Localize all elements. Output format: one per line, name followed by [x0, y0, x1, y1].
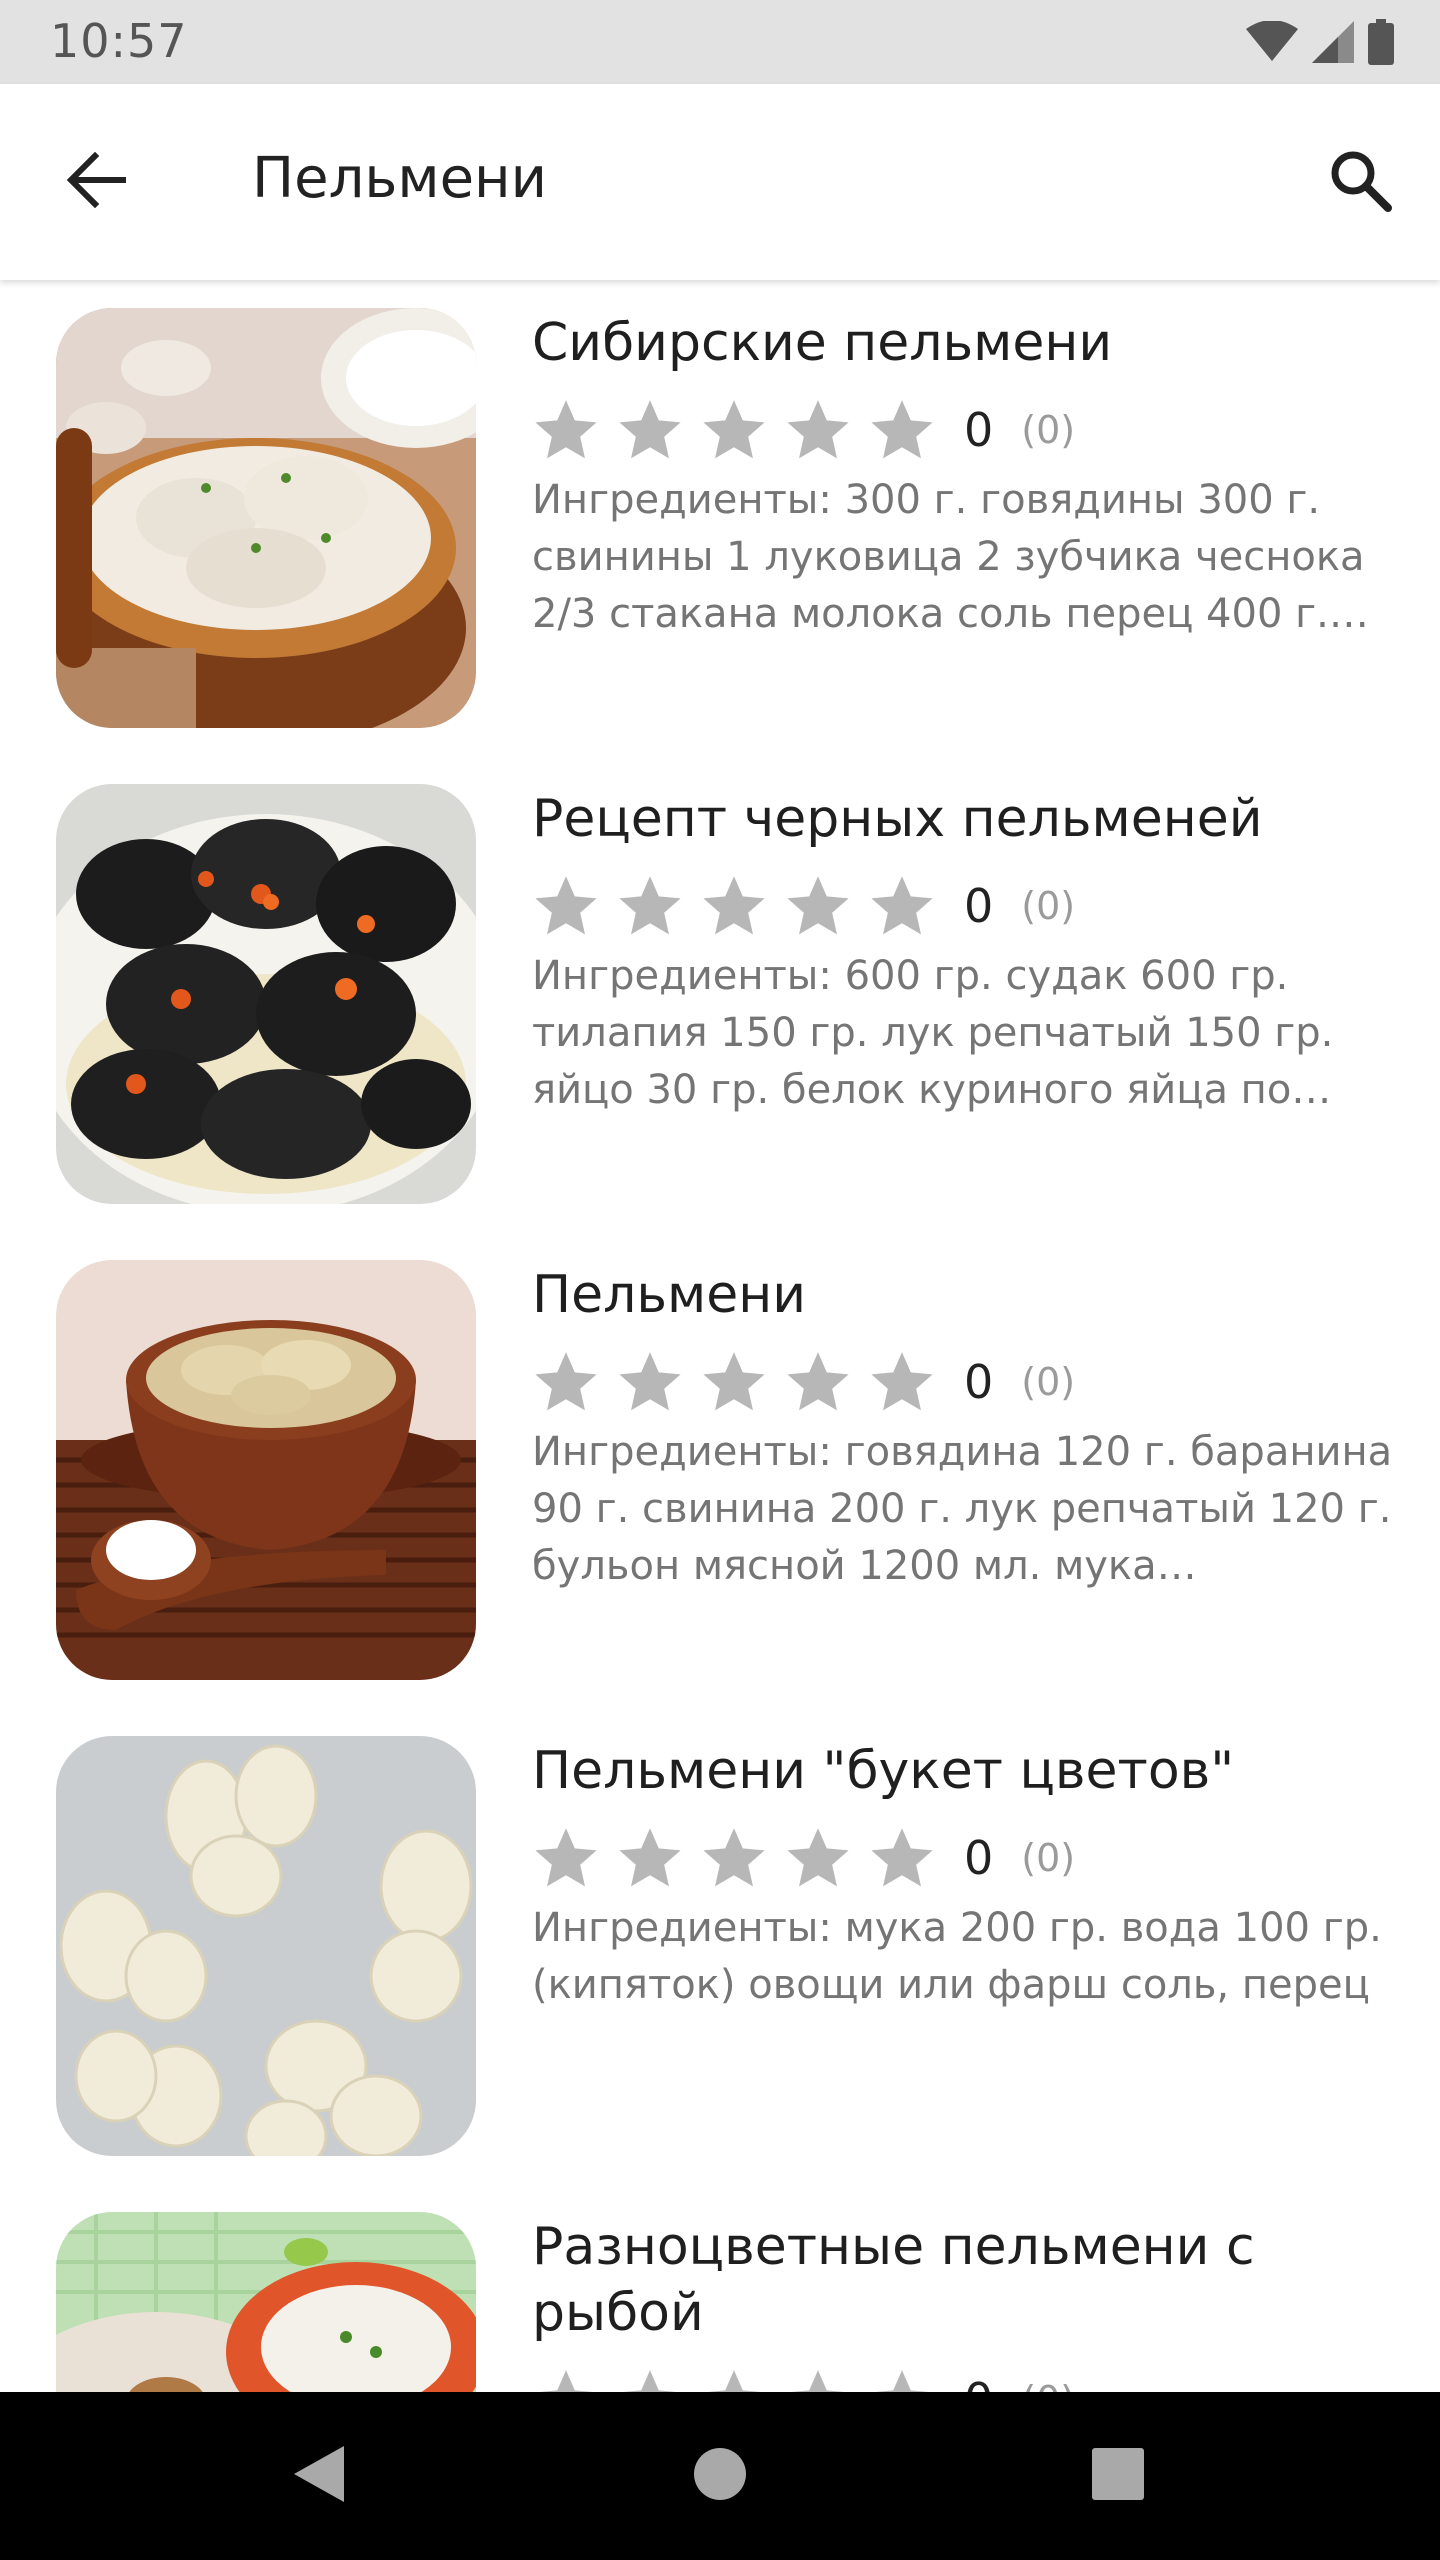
- status-icons: [1246, 19, 1394, 65]
- recipe-thumbnail: [56, 2212, 476, 2392]
- star-empty-icon: [619, 876, 681, 935]
- cellular-signal-icon: [1312, 21, 1354, 63]
- colorful-fish-pelmeni-photo: [56, 2212, 476, 2392]
- star-empty-icon: [871, 400, 933, 459]
- recipe-thumbnail: [56, 308, 476, 728]
- recipe-list: Сибирские пельмени 0 (0) Ингредиенты: 30…: [0, 280, 1440, 2392]
- star-empty-icon: [703, 876, 765, 935]
- nav-home-icon: [692, 2446, 748, 2506]
- rating-value: 0: [964, 403, 994, 457]
- rating-stars: [532, 872, 936, 940]
- rating-count: (0): [1021, 1836, 1076, 1880]
- pelmeni-in-brown-bowl-photo: [56, 1260, 476, 1680]
- recipe-description: Ингредиенты: мука 200 гр. вода 100 гр. (…: [532, 1905, 1382, 2008]
- rating-stars: [532, 1824, 936, 1892]
- app-bar: Пельмени: [0, 84, 1440, 280]
- system-nav-bar: [0, 2392, 1440, 2560]
- rating-stars: [532, 1348, 936, 1416]
- rating-row: 0 (0): [532, 871, 1075, 941]
- recipe-list-item[interactable]: Сибирские пельмени 0 (0) Ингредиенты: 30…: [0, 280, 1440, 756]
- recipe-description: Ингредиенты: говядина 120 г. баранина 90…: [532, 1429, 1393, 1589]
- star-empty-icon: [871, 1828, 933, 1887]
- star-empty-icon: [787, 1828, 849, 1887]
- rating-count: (0): [1021, 1360, 1076, 1404]
- star-empty-icon: [619, 1352, 681, 1411]
- recipe-description: Ингредиенты: 300 г. говядины 300 г. свин…: [532, 477, 1365, 637]
- recipe-title: Сибирские пельмени: [532, 313, 1113, 373]
- arrow-back-icon: [65, 151, 127, 212]
- recipe-thumbnail: [56, 1260, 476, 1680]
- rating-row: 0 (0): [532, 395, 1075, 465]
- wifi-icon: [1246, 21, 1298, 63]
- status-bar: 10:57: [0, 0, 1440, 84]
- rating-count: (0): [1021, 408, 1076, 452]
- star-empty-icon: [539, 2370, 593, 2392]
- back-button[interactable]: [56, 142, 136, 222]
- flower-shaped-pelmeni-photo: [56, 1736, 476, 2156]
- rating-stars: [532, 2366, 936, 2392]
- recipe-description: Ингредиенты: 600 гр. судак 600 гр. тилап…: [532, 953, 1334, 1113]
- star-empty-icon: [619, 1828, 681, 1887]
- nav-recents-icon: [1090, 2446, 1146, 2506]
- star-empty-icon: [619, 400, 681, 459]
- star-empty-icon: [623, 2370, 677, 2392]
- rating-value: 0: [964, 2373, 993, 2392]
- star-empty-icon: [871, 876, 933, 935]
- star-empty-icon: [787, 1352, 849, 1411]
- star-empty-icon: [703, 1352, 765, 1411]
- rating-count: (0): [1021, 884, 1076, 928]
- rating-value: 0: [964, 879, 994, 933]
- star-empty-icon: [703, 1828, 765, 1887]
- page-title: Пельмени: [252, 146, 548, 211]
- recipe-title: Рецепт черных пельменей: [532, 789, 1263, 849]
- star-empty-icon: [787, 400, 849, 459]
- rating-value: 0: [964, 1831, 994, 1885]
- nav-recents-button[interactable]: [1068, 2426, 1168, 2526]
- recipe-list-item[interactable]: Разноцветные пельмени с рыбой 0 (0): [0, 2184, 1440, 2392]
- star-empty-icon: [871, 1352, 933, 1411]
- rating-row: 0 (0): [532, 1823, 1075, 1893]
- rating-value: 0: [964, 1355, 994, 1409]
- search-button[interactable]: [1320, 142, 1400, 222]
- recipe-title: Разноцветные пельмени с рыбой: [532, 2217, 1255, 2343]
- star-empty-icon: [535, 1352, 597, 1411]
- nav-back-button[interactable]: [270, 2426, 370, 2526]
- star-empty-icon: [535, 876, 597, 935]
- rating-row: 0 (0): [532, 1347, 1075, 1417]
- star-empty-icon: [535, 1828, 597, 1887]
- star-empty-icon: [707, 2370, 761, 2392]
- recipe-title: Пельмени: [532, 1265, 806, 1325]
- star-empty-icon: [535, 400, 597, 459]
- recipe-list-item[interactable]: Рецепт черных пельменей 0 (0) Ингредиент…: [0, 756, 1440, 1232]
- pelmeni-in-clay-pot-photo: [56, 308, 476, 728]
- rating-stars: [532, 396, 936, 464]
- recipe-title: Пельмени "букет цветов": [532, 1741, 1235, 1801]
- star-empty-icon: [703, 400, 765, 459]
- recipe-list-item[interactable]: Пельмени "букет цветов" 0 (0) Ингредиент…: [0, 1708, 1440, 2184]
- rating-count: (0): [1021, 2378, 1075, 2392]
- recipe-thumbnail: [56, 784, 476, 1204]
- nav-home-button[interactable]: [670, 2426, 770, 2526]
- black-pelmeni-with-caviar-photo: [56, 784, 476, 1204]
- recipe-thumbnail: [56, 1736, 476, 2156]
- star-empty-icon: [787, 876, 849, 935]
- rating-row: 0 (0): [532, 2365, 1075, 2392]
- nav-back-icon: [288, 2442, 352, 2510]
- star-empty-icon: [791, 2370, 845, 2392]
- recipe-list-item[interactable]: Пельмени 0 (0) Ингредиенты: говядина 120…: [0, 1232, 1440, 1708]
- search-icon: [1328, 148, 1392, 216]
- battery-icon: [1368, 19, 1394, 65]
- status-time: 10:57: [50, 14, 188, 68]
- star-empty-icon: [875, 2370, 929, 2392]
